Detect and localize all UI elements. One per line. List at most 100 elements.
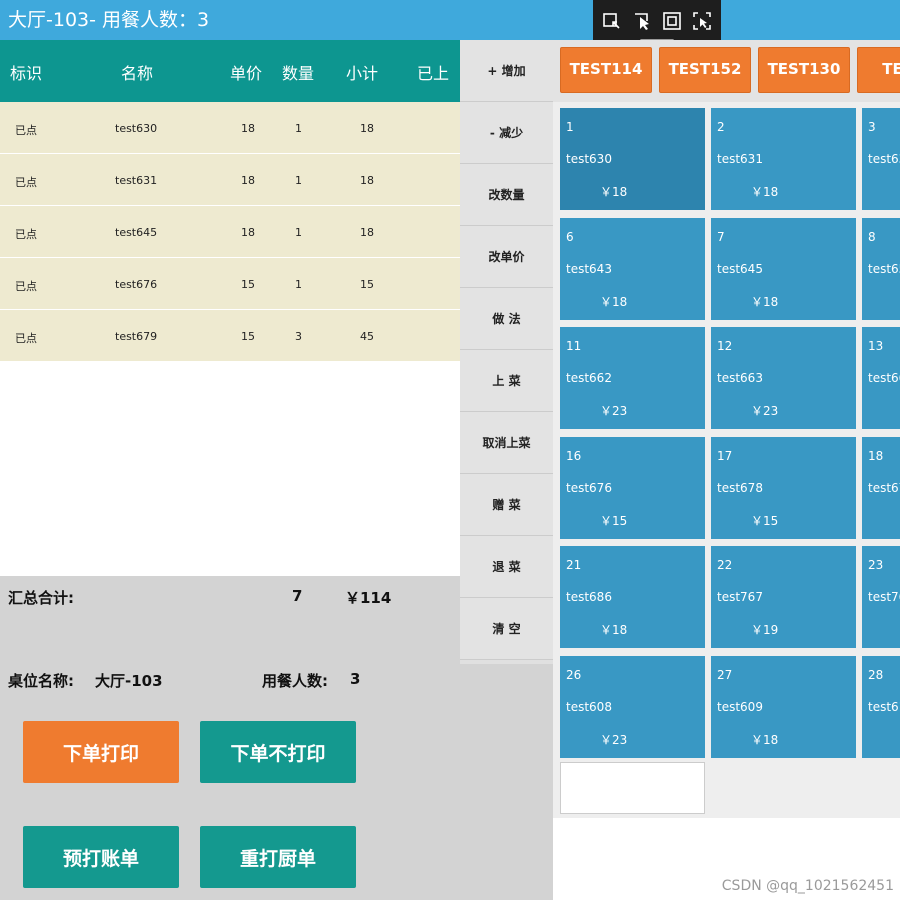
dish-name: test609 <box>717 699 763 714</box>
dish-price: ￥15 <box>600 513 628 528</box>
dish-name: test662 <box>566 371 612 385</box>
dish-tile[interactable]: 17 test678 ￥15 <box>711 436 856 539</box>
order-cell-subtotal: 18 <box>360 122 374 135</box>
pre-print-bill-button[interactable]: 预打账单 <box>23 826 179 888</box>
order-no-print-button[interactable]: 下单不打印 <box>200 721 356 783</box>
dish-tile[interactable]: 7 test645 ￥18 <box>711 217 856 320</box>
dish-name: test66 <box>868 371 900 385</box>
dish-name: test643 <box>566 261 612 276</box>
dish-number: 21 <box>566 558 582 572</box>
order-table-header: 标识 名称 单价 数量 小计 已上 <box>0 40 460 102</box>
dish-number: 28 <box>868 667 884 682</box>
guests-label: 用餐人数: <box>262 672 328 690</box>
total-qty: 7 <box>292 587 303 605</box>
dish-tile[interactable]: 18 test67 <box>862 436 900 539</box>
order-print-button[interactable]: 下单打印 <box>23 721 179 783</box>
dish-tile[interactable]: 23 test76 <box>862 546 900 648</box>
col-header-name: 名称 <box>121 64 154 83</box>
dish-name: test678 <box>717 480 763 495</box>
return-button[interactable]: 退 菜 <box>460 536 553 598</box>
dish-number: 1 <box>566 120 574 134</box>
clear-button[interactable]: 清 空 <box>460 598 553 660</box>
dish-tile[interactable]: 28 test61 <box>862 655 900 758</box>
col-header-status: 标识 <box>10 64 43 83</box>
dish-number: 23 <box>868 558 884 572</box>
dish-tile[interactable]: 27 test609 ￥18 <box>711 655 856 758</box>
order-cell-name: test645 <box>115 226 158 239</box>
dish-number: 13 <box>868 339 884 353</box>
freeform-snip-icon[interactable] <box>629 8 655 34</box>
watermark: CSDN @qq_1021562451 <box>721 878 894 894</box>
dish-number: 3 <box>868 120 876 134</box>
dish-grid: 1 test630 ￥18 2 test631 ￥18 3 test63 6 test643 ￥18… <box>553 102 900 818</box>
category-tab[interactable]: TEST114 <box>560 47 652 93</box>
dish-tile[interactable]: 1 test630 ￥18 <box>560 108 705 210</box>
dish-number: 18 <box>868 448 884 463</box>
order-cell-status: 已点 <box>15 332 37 345</box>
dish-tile[interactable]: 8 test65 <box>862 217 900 320</box>
dish-price: ￥18 <box>600 294 628 309</box>
decrease-button[interactable]: - 减少 <box>460 102 553 164</box>
dish-name: test63 <box>868 152 900 166</box>
dish-number: 26 <box>566 667 582 682</box>
dish-price: ￥19 <box>751 623 779 637</box>
category-tabs: TEST114TEST152TEST130TEST <box>553 40 900 102</box>
dish-tile[interactable]: 12 test663 ￥23 <box>711 327 856 429</box>
order-row[interactable]: 已点 test676 15 1 15 <box>0 258 460 310</box>
dish-tile[interactable]: 22 test767 ￥19 <box>711 546 856 648</box>
dish-name: test608 <box>566 699 612 714</box>
dish-price: ￥23 <box>600 404 628 418</box>
category-tab[interactable]: TEST152 <box>659 47 751 93</box>
order-cell-name: test631 <box>115 174 158 187</box>
dish-number: 6 <box>566 229 574 244</box>
increase-button[interactable]: + 增加 <box>460 40 553 102</box>
order-cell-status: 已点 <box>15 176 37 189</box>
dish-tile[interactable]: 26 test608 ￥23 <box>560 655 705 758</box>
dish-price: ￥18 <box>751 294 779 309</box>
dish-number: 7 <box>717 229 725 244</box>
dish-number: 2 <box>717 120 725 134</box>
table-name-label: 桌位名称: <box>8 672 74 690</box>
category-tab[interactable]: TEST <box>857 47 900 93</box>
order-row[interactable]: 已点 test631 18 1 18 <box>0 154 460 206</box>
window-title: 大厅-103- 用餐人数：3 <box>0 0 900 40</box>
serve-button[interactable]: 上 菜 <box>460 350 553 412</box>
order-cell-qty: 3 <box>295 330 302 343</box>
reprint-kitchen-button[interactable]: 重打厨单 <box>200 826 356 888</box>
dish-name: test767 <box>717 590 763 604</box>
dish-tile[interactable]: 13 test66 <box>862 327 900 429</box>
dish-tile[interactable]: 6 test643 ￥18 <box>560 217 705 320</box>
dish-name: test676 <box>566 480 612 495</box>
order-row[interactable]: 已点 test679 15 3 45 <box>0 310 460 362</box>
order-cell-price: 18 <box>241 226 255 239</box>
col-header-served: 已上 <box>417 64 450 83</box>
dish-name: test630 <box>566 152 612 166</box>
order-cell-name: test676 <box>115 278 158 291</box>
category-tab[interactable]: TEST130 <box>758 47 850 93</box>
operation-column: + 增加 - 减少 改数量 改单价做 法上 菜取消上菜赠 菜退 菜清 空 <box>460 40 553 664</box>
cooking-method-button[interactable]: 做 法 <box>460 288 553 350</box>
dish-number: 11 <box>566 339 582 353</box>
guests-value: 3 <box>350 670 361 688</box>
cancel-serve-button[interactable]: 取消上菜 <box>460 412 553 474</box>
order-row[interactable]: 已点 test630 18 1 18 <box>0 102 460 154</box>
rect-snip-icon[interactable] <box>599 8 625 34</box>
order-cell-subtotal: 15 <box>360 278 374 291</box>
dish-tile[interactable]: 16 test676 ￥15 <box>560 436 705 539</box>
change-qty-button[interactable]: 改数量 <box>460 164 553 226</box>
order-cell-qty: 1 <box>295 174 302 187</box>
order-cell-qty: 1 <box>295 226 302 239</box>
dish-tile[interactable]: 2 test631 ￥18 <box>711 108 856 210</box>
window-snip-icon[interactable] <box>659 8 685 34</box>
order-cell-price: 18 <box>241 122 255 135</box>
dish-name: test645 <box>717 261 763 276</box>
order-cell-status: 已点 <box>15 280 37 293</box>
gift-button[interactable]: 赠 菜 <box>460 474 553 536</box>
order-row[interactable]: 已点 test645 18 1 18 <box>0 206 460 258</box>
dish-tile[interactable]: 21 test686 ￥18 <box>560 546 705 648</box>
dish-tile[interactable]: 11 test662 ￥23 <box>560 327 705 429</box>
dish-tile[interactable]: 3 test63 <box>862 108 900 210</box>
change-price-button[interactable]: 改单价 <box>460 226 553 288</box>
dish-name: test65 <box>868 261 900 276</box>
fullscreen-snip-icon[interactable] <box>689 8 715 34</box>
